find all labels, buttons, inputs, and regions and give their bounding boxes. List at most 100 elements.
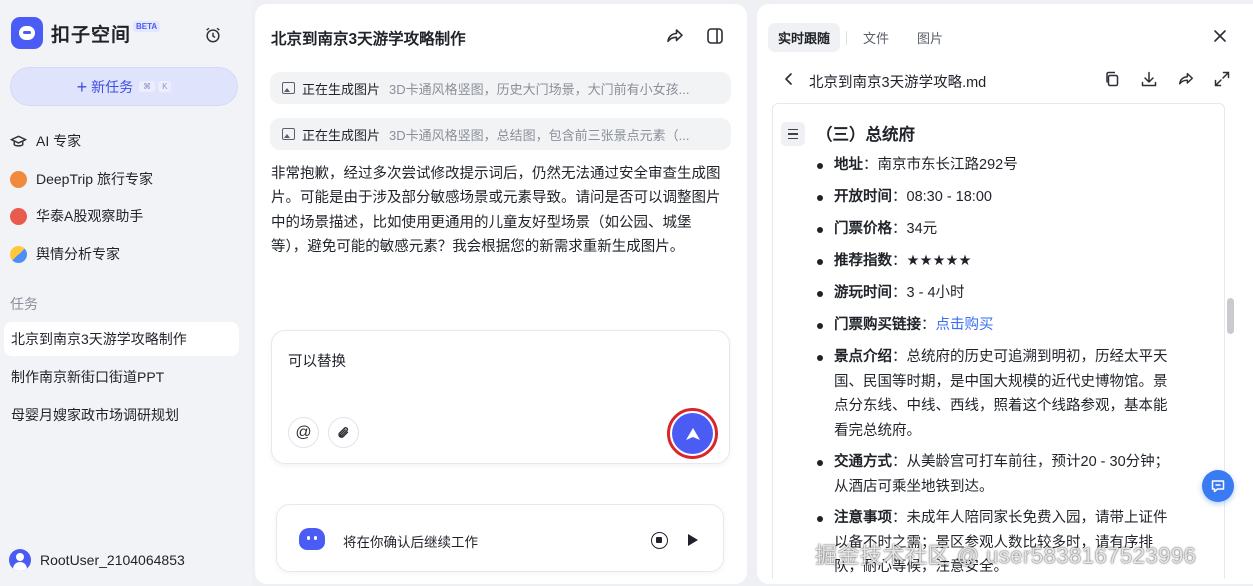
expand-icon[interactable]	[1213, 70, 1231, 88]
task-item[interactable]: 制作南京新街口街道PPT	[4, 360, 239, 394]
app-name: 扣子空间	[51, 24, 132, 46]
play-button[interactable]	[688, 534, 698, 546]
agent-label: 华泰A股观察助手	[36, 208, 144, 224]
sidebar-item-opinion-expert[interactable]: 舆情分析专家	[10, 243, 120, 265]
assistant-reply: 非常抱歉，经过多次尝试修改提示词后，仍然无法通过安全审查生成图片。可能是由于涉及…	[271, 166, 721, 255]
bullet	[817, 163, 823, 169]
sidebar-toggle-icon[interactable]	[705, 26, 725, 46]
brand[interactable]: 扣子空间 BETA	[11, 17, 161, 49]
item-sep: ：	[892, 510, 907, 526]
table-of-contents-button[interactable]	[781, 122, 805, 146]
back-arrow-icon[interactable]	[783, 72, 795, 86]
tab-images[interactable]: 图片	[907, 23, 953, 52]
share-icon[interactable]	[665, 26, 685, 46]
item-key: 地址	[834, 157, 863, 173]
task-status-text: 将在你确认后继续工作	[343, 535, 478, 550]
image-icon	[282, 128, 295, 140]
alarm-clock-icon[interactable]	[204, 26, 222, 44]
bullet	[817, 195, 823, 201]
list-item: 推荐指数：★★★★★	[817, 249, 1172, 274]
chat-bubble-icon	[1211, 480, 1225, 493]
item-sep: ：	[921, 317, 936, 333]
avatar	[9, 549, 31, 571]
task-item[interactable]: 母婴月嫂家政市场调研规划	[4, 398, 239, 432]
tab-files[interactable]: 文件	[853, 23, 899, 52]
bullet	[817, 516, 823, 522]
feedback-button[interactable]	[1202, 470, 1234, 502]
bot-icon	[299, 528, 325, 550]
list-item: 交通方式：从美龄宫可打车前往，预计20 - 30分钟；从酒店可乘坐地铁到达。	[817, 450, 1172, 499]
bullet	[817, 227, 823, 233]
buy-ticket-link[interactable]: 点击购买	[936, 317, 994, 333]
sidebar-item-stock-assistant[interactable]: 华泰A股观察助手	[10, 205, 143, 227]
item-key: 开放时间	[834, 189, 892, 205]
bullet	[817, 460, 823, 466]
section-heading: （三）总统府	[816, 126, 915, 144]
paperclip-icon	[337, 426, 348, 438]
list-item: 游玩时间：3 - 4小时	[817, 281, 1172, 306]
download-icon[interactable]	[1140, 70, 1158, 88]
close-icon[interactable]	[1212, 28, 1228, 44]
plus-icon: +	[76, 76, 88, 97]
opinion-icon	[10, 245, 27, 263]
document-content: （三）总统府 地址：南京市东长江路292号 开放时间：08:30 - 18:00…	[772, 103, 1225, 579]
item-value: 南京市东长江路292号	[877, 157, 1018, 173]
item-sep: ：	[892, 454, 907, 470]
sidebar-item-ai-expert[interactable]: AI 专家	[10, 130, 81, 152]
agent-label: 舆情分析专家	[36, 246, 120, 262]
item-value: 08:30 - 18:00	[906, 189, 992, 205]
tasks-section-title: 任务	[10, 296, 38, 312]
at-icon: @	[295, 423, 312, 441]
watermark: 掘金技术社区 @ user5838167523996	[815, 543, 1197, 568]
document-filename: 北京到南京3天游学攻略.md	[809, 75, 987, 91]
chat-panel: 北京到南京3天游学攻略制作 正在生成图片 3D卡通风格竖图，历史大门场景，大门前…	[255, 4, 747, 584]
bullet	[817, 259, 823, 265]
item-key: 门票购买链接	[834, 317, 921, 333]
stock-icon	[10, 207, 27, 225]
task-item[interactable]: 北京到南京3天游学攻略制作	[4, 322, 239, 356]
send-arrow-icon	[685, 427, 700, 440]
bullet	[817, 323, 823, 329]
app-logo-icon	[11, 17, 43, 49]
tab-divider	[846, 30, 848, 45]
scrollbar-thumb[interactable]	[1227, 298, 1234, 334]
image-icon	[282, 82, 295, 94]
send-button[interactable]	[672, 413, 713, 454]
agent-label: DeepTrip 旅行专家	[36, 171, 153, 187]
bullet	[817, 291, 823, 297]
attach-button[interactable]	[328, 417, 359, 448]
mention-button[interactable]: @	[288, 417, 319, 448]
list-item: 地址：南京市东长江路292号	[817, 153, 1172, 178]
new-task-label: 新任务	[91, 78, 134, 95]
generation-status: 正在生成图片	[302, 81, 381, 97]
generation-status: 正在生成图片	[302, 127, 381, 143]
list-item: 景点介绍：总统府的历史可追溯到明初，历经太平天国、民国等时期，是中国大规模的近代…	[817, 345, 1172, 443]
message-composer[interactable]: 可以替换 @	[271, 330, 730, 464]
copy-icon[interactable]	[1103, 70, 1121, 88]
image-generation-status[interactable]: 正在生成图片 3D卡通风格竖图，总结图，包含前三张景点元素（...	[270, 118, 731, 150]
share-icon[interactable]	[1177, 70, 1195, 88]
item-key: 注意事项	[834, 510, 892, 526]
task-status-bar: 将在你确认后继续工作	[276, 504, 724, 572]
tab-realtime-follow[interactable]: 实时跟随	[768, 23, 841, 52]
item-sep: ：	[892, 221, 907, 237]
agent-label: AI 专家	[36, 133, 82, 149]
item-key: 交通方式	[834, 454, 892, 470]
item-value: 34元	[906, 221, 938, 237]
shortcut-cmd: ⌘	[139, 81, 156, 92]
user-profile[interactable]: RootUser_2104064853	[9, 549, 185, 571]
item-sep: ：	[892, 253, 907, 269]
item-sep: ：	[863, 157, 878, 173]
list-item: 开放时间：08:30 - 18:00	[817, 185, 1172, 210]
sidebar-item-deeptrip[interactable]: DeepTrip 旅行专家	[10, 168, 153, 190]
item-key: 游玩时间	[834, 285, 892, 301]
image-generation-status[interactable]: 正在生成图片 3D卡通风格竖图，历史大门场景，大门前有小女孩...	[270, 72, 731, 104]
stop-button[interactable]	[651, 532, 668, 549]
message-input[interactable]: 可以替换	[288, 350, 346, 371]
generation-desc: 3D卡通风格竖图，总结图，包含前三张景点元素（...	[389, 127, 690, 143]
chat-title: 北京到南京3天游学攻略制作	[271, 31, 466, 48]
sidebar: 扣子空间 BETA + 新任务 ⌘ K AI 专家 DeepTrip 旅行专家 …	[0, 0, 252, 586]
item-value: 3 - 4小时	[906, 285, 965, 301]
item-sep: ：	[892, 349, 907, 365]
new-task-button[interactable]: + 新任务 ⌘ K	[10, 67, 238, 106]
